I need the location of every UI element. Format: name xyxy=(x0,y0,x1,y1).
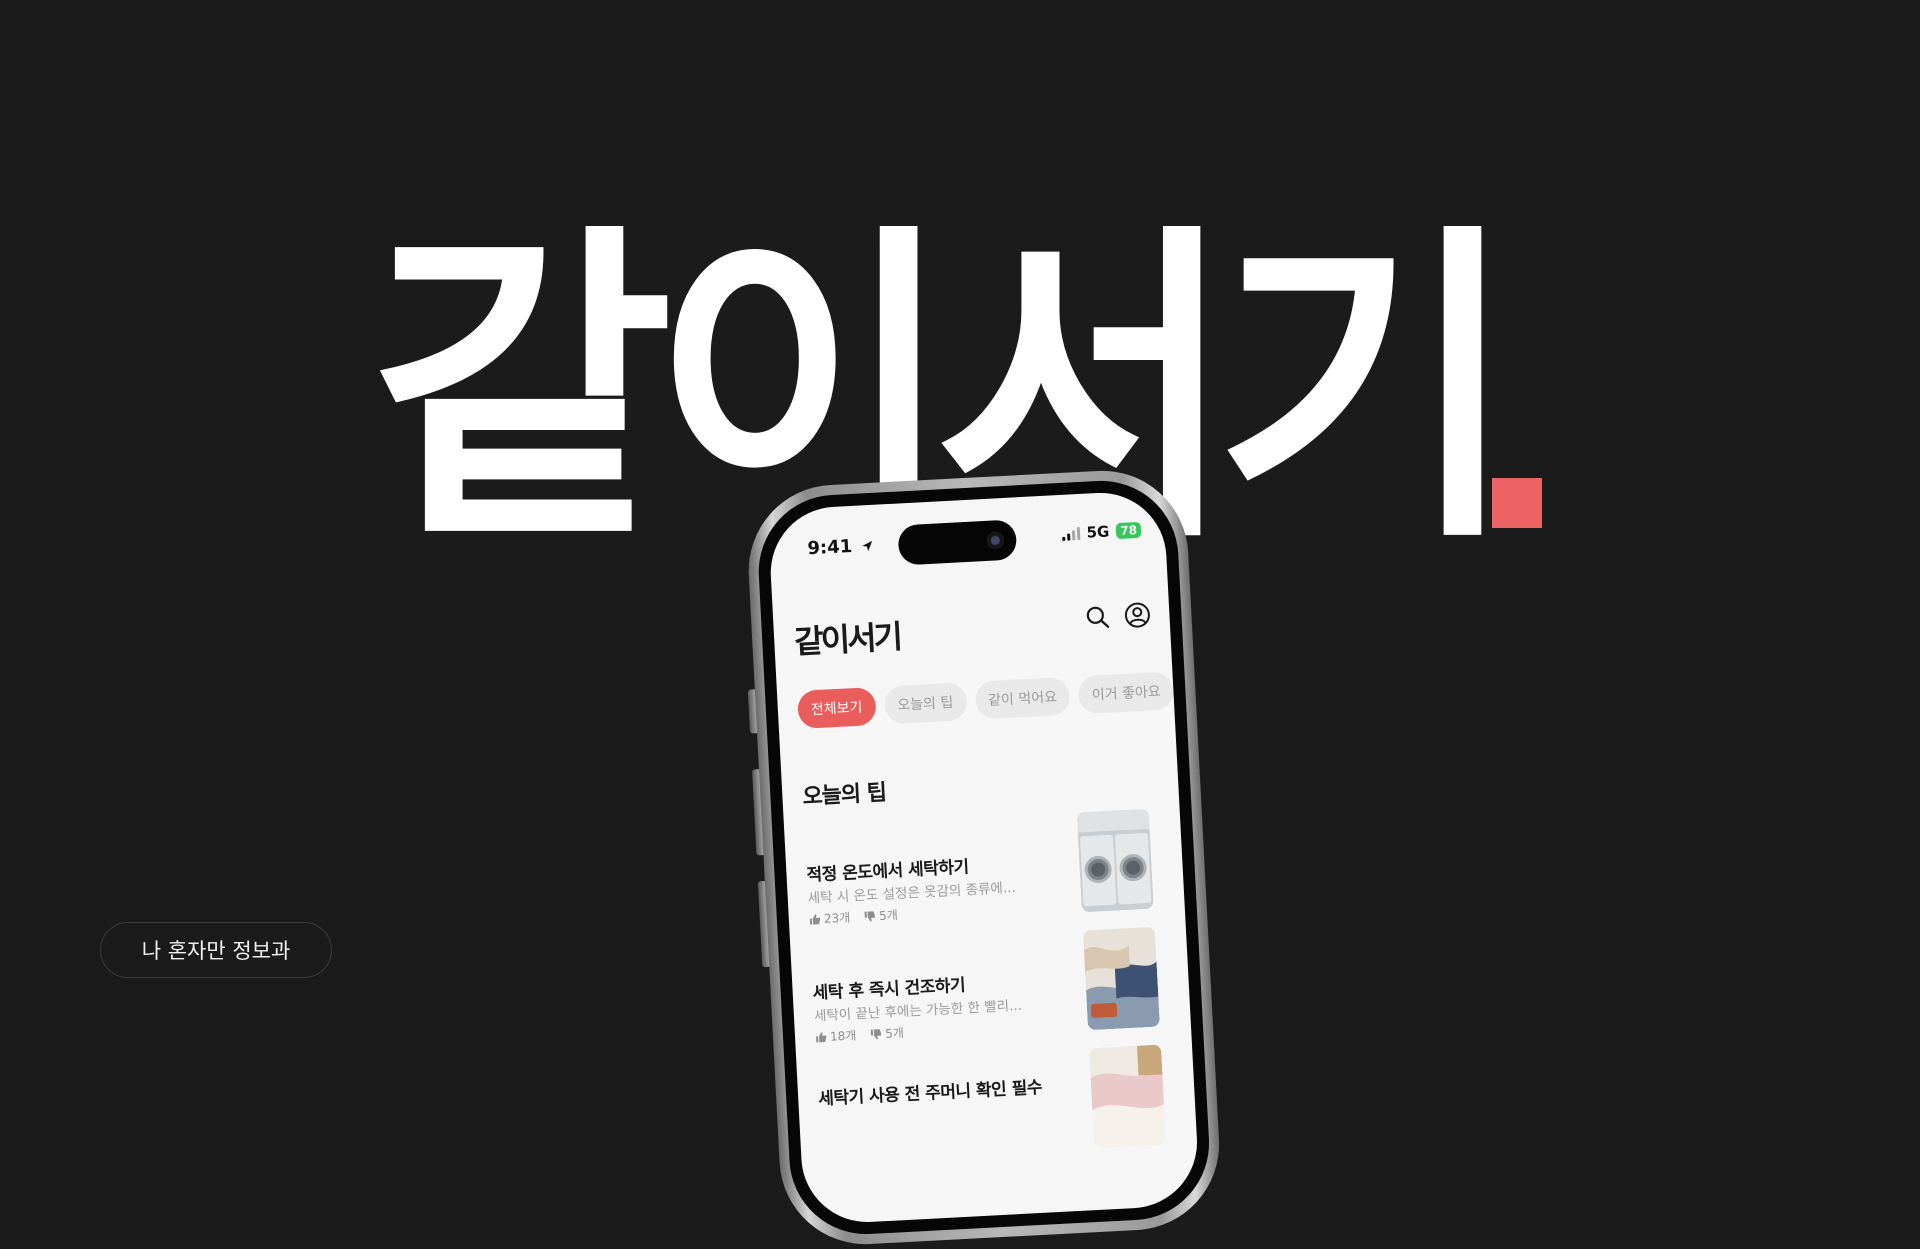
thumbs-up-icon xyxy=(816,1031,827,1043)
battery-icon: 78 xyxy=(1115,521,1142,540)
section-title: 오늘의 팁 xyxy=(801,780,887,810)
accent-square xyxy=(1492,478,1542,528)
tab-all[interactable]: 전체보기 xyxy=(796,686,877,729)
search-icon[interactable] xyxy=(1083,602,1112,631)
tip-title: 세탁기 사용 전 주머니 확인 필수 xyxy=(817,1077,1043,1110)
dislike-count[interactable]: 5개 xyxy=(864,906,899,925)
phone-mockup: 9:41 5G 78 같이서기 전체보기 오늘의 팁 같이 먹어요 이거 좋아요… xyxy=(744,466,1224,1249)
status-time: 9:41 xyxy=(807,535,874,559)
dynamic-island xyxy=(897,519,1018,566)
tip-card[interactable]: 적정 온도에서 세탁하기 세탁 시 온도 설정은 옷감의 종류에... 23개 … xyxy=(804,808,1154,928)
tip-card[interactable]: 세탁 후 즉시 건조하기 세탁이 끝난 후에는 가능한 한 빨리... 18개 … xyxy=(810,926,1160,1046)
thumbs-down-icon xyxy=(871,1028,882,1039)
like-count[interactable]: 18개 xyxy=(815,1026,857,1045)
thumbs-up-icon xyxy=(809,913,821,925)
tagline-text: 나 혼자만 정보과 xyxy=(141,939,291,963)
laundry-thumbnail xyxy=(1082,926,1160,1031)
tip-reactions: 18개 5개 xyxy=(815,1024,905,1046)
location-arrow-icon xyxy=(862,540,873,552)
washing-machine-thumbnail xyxy=(1076,808,1154,913)
signal-bars-icon xyxy=(1061,526,1080,541)
category-tabs: 전체보기 오늘의 팁 같이 먹어요 이거 좋아요 xyxy=(796,671,1175,729)
dislike-count[interactable]: 5개 xyxy=(870,1024,905,1043)
front-camera xyxy=(985,530,1005,550)
tip-card[interactable]: 세탁기 사용 전 주머니 확인 필수 xyxy=(816,1044,1167,1162)
tab-eat-together[interactable]: 같이 먹어요 xyxy=(974,676,1071,720)
app-title: 같이서기 xyxy=(793,617,901,662)
tab-like-this[interactable]: 이거 좋아요 xyxy=(1077,671,1175,715)
network-label: 5G xyxy=(1086,522,1110,542)
like-count[interactable]: 23개 xyxy=(808,909,851,928)
tagline-badge: 나 혼자만 정보과 xyxy=(100,922,332,978)
towel-thumbnail xyxy=(1089,1044,1167,1149)
tab-today-tip[interactable]: 오늘의 팁 xyxy=(883,682,968,725)
phone-screen: 9:41 5G 78 같이서기 전체보기 오늘의 팁 같이 먹어요 이거 좋아요… xyxy=(767,489,1201,1226)
status-indicators: 5G 78 xyxy=(1061,521,1142,543)
thumbs-down-icon xyxy=(864,910,876,921)
user-circle-icon[interactable] xyxy=(1123,600,1152,629)
tip-reactions: 23개 5개 xyxy=(808,906,898,928)
